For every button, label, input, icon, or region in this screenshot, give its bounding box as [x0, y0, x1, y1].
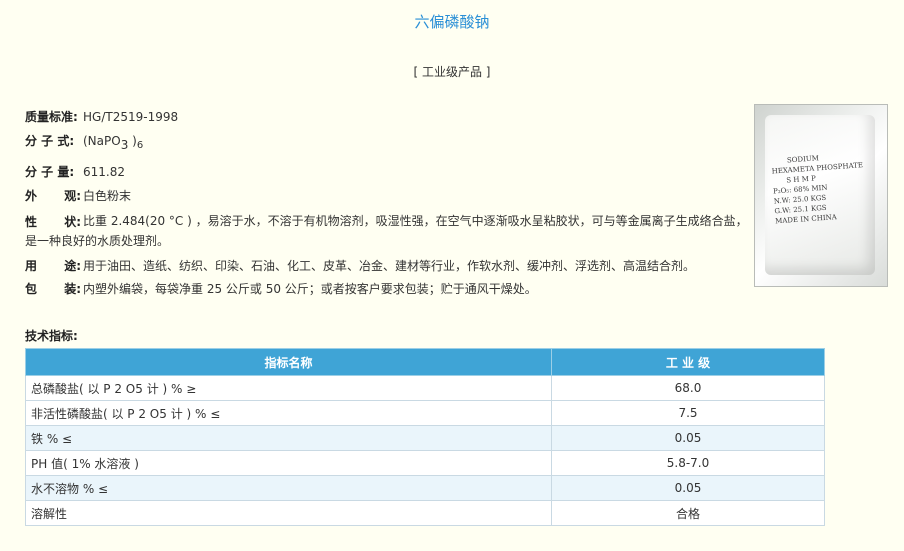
- spec-label: 分 子 式:: [25, 134, 75, 148]
- spec-formula: 分 子 式: (NaPO3 )6: [25, 132, 755, 155]
- spec-standard: 质量标准: HG/T2519-1998: [25, 108, 755, 126]
- spec-label: 包装:: [25, 282, 81, 296]
- spec-appearance: 外观: 白色粉末: [25, 187, 755, 205]
- table-row: 非活性磷酸盐( 以 P 2 O5 计 ) % ≤ 7.5: [25, 400, 825, 426]
- row-name: 铁 % ≤: [25, 425, 552, 451]
- tech-spec-heading: 技术指标:: [25, 329, 78, 343]
- spec-value: 内塑外编袋，每袋净重 25 公斤或 50 公斤；或者按客户要求包装；贮于通风干燥…: [83, 282, 537, 296]
- table-row: 总磷酸盐( 以 P 2 O5 计 ) % ≥ 68.0: [25, 375, 825, 401]
- page-title: 六偏磷酸钠: [414, 13, 490, 31]
- spec-value: 比重 2.484(20 °C ) ，易溶于水，不溶于有机物溶剂，吸湿性强，在空气…: [25, 214, 748, 248]
- row-value: 5.8-7.0: [551, 450, 825, 476]
- spec-list: 质量标准: HG/T2519-1998 分 子 式: (NaPO3 )6 分 子…: [25, 108, 755, 303]
- row-value: 0.05: [551, 425, 825, 451]
- table-row: 水不溶物 % ≤ 0.05: [25, 475, 825, 501]
- spec-packing: 包装: 内塑外编袋，每袋净重 25 公斤或 50 公斤；或者按客户要求包装；贮于…: [25, 280, 755, 298]
- tech-spec-table: 指标名称 工 业 级 总磷酸盐( 以 P 2 O5 计 ) % ≥ 68.0 非…: [25, 348, 825, 526]
- spec-usage: 用途: 用于油田、造纸、纺织、印染、石油、化工、皮革、冶金、建材等行业，作软水剂…: [25, 257, 755, 275]
- row-value: 7.5: [551, 400, 825, 426]
- bag-label: SODIUM HEXAMETA PHOSPHATE S H M P P₂O₅: …: [771, 154, 864, 226]
- row-value: 合格: [551, 500, 825, 526]
- product-grade: [ 工业级产品 ]: [413, 65, 491, 79]
- spec-label: 性状:: [25, 215, 81, 229]
- table-row: 溶解性 合格: [25, 500, 825, 526]
- row-name: 水不溶物 % ≤: [25, 475, 552, 501]
- spec-property: 性状: 比重 2.484(20 °C ) ，易溶于水，不溶于有机物溶剂，吸湿性强…: [25, 211, 755, 251]
- column-header-name: 指标名称: [25, 348, 552, 376]
- spec-label: 外观:: [25, 189, 81, 203]
- table-header-row: 指标名称 工 业 级: [25, 348, 825, 376]
- spec-weight: 分 子 量: 611.82: [25, 163, 755, 181]
- row-name: 溶解性: [25, 500, 552, 526]
- row-name: 非活性磷酸盐( 以 P 2 O5 计 ) % ≤: [25, 400, 552, 426]
- row-name: 总磷酸盐( 以 P 2 O5 计 ) % ≥: [25, 375, 552, 401]
- column-header-grade: 工 业 级: [551, 348, 825, 376]
- table-row: PH 值( 1% 水溶液 ) 5.8-7.0: [25, 450, 825, 476]
- table-row: 铁 % ≤ 0.05: [25, 425, 825, 451]
- spec-label: 质量标准:: [25, 110, 78, 124]
- row-value: 0.05: [551, 475, 825, 501]
- spec-value: 用于油田、造纸、纺织、印染、石油、化工、皮革、冶金、建材等行业，作软水剂、缓冲剂…: [83, 259, 696, 273]
- row-name: PH 值( 1% 水溶液 ): [25, 450, 552, 476]
- row-value: 68.0: [551, 375, 825, 401]
- product-bag-photo: SODIUM HEXAMETA PHOSPHATE S H M P P₂O₅: …: [754, 104, 888, 287]
- spec-label: 用途:: [25, 259, 81, 273]
- spec-label: 分 子 量:: [25, 165, 75, 179]
